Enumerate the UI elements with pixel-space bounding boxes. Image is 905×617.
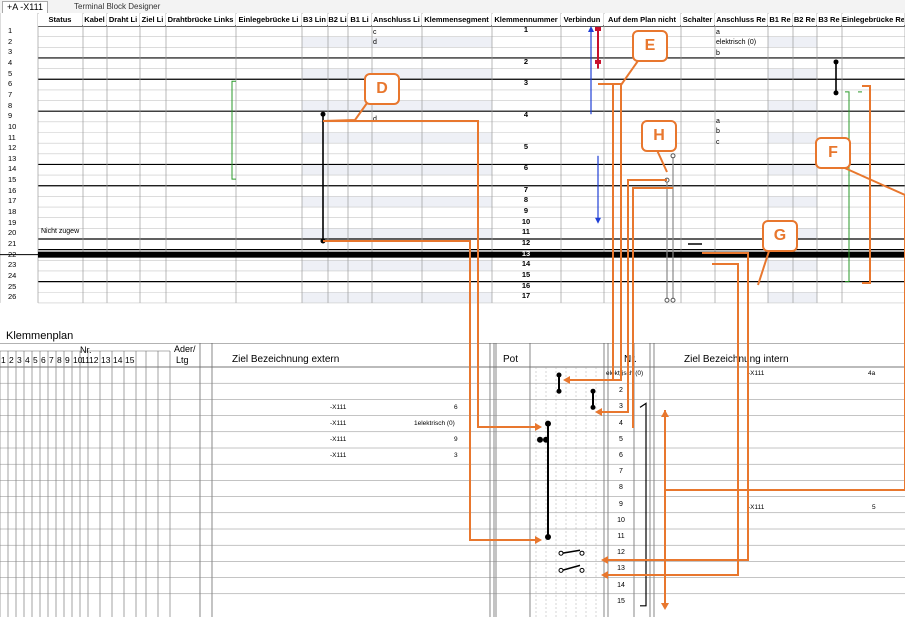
callout-g: G [762,220,798,252]
bracket-f [862,85,871,284]
callout-g-pointer [757,247,771,286]
connector-g-top [604,252,749,561]
arrow-left-icon [563,376,570,384]
callout-d: D [364,73,400,105]
connector-d-bottom [323,240,540,541]
callout-h: H [641,120,677,152]
arrow-left-icon [601,556,608,564]
arrow-right-icon [535,423,542,431]
arrow-up-icon [661,410,669,417]
connector-d-top [323,120,540,428]
arrow-left-icon [595,408,602,416]
arrow-right-icon [535,536,542,544]
connector-g-bottom [604,263,739,576]
arrow-down-icon [661,603,669,610]
annotation-overlay [322,57,905,610]
callout-f-pointer [837,164,905,196]
callout-f: F [815,137,851,169]
callout-e: E [632,30,668,62]
arrow-left-icon [601,571,608,579]
callout-e-pointer [620,57,641,86]
connector-h-2 [632,187,673,428]
